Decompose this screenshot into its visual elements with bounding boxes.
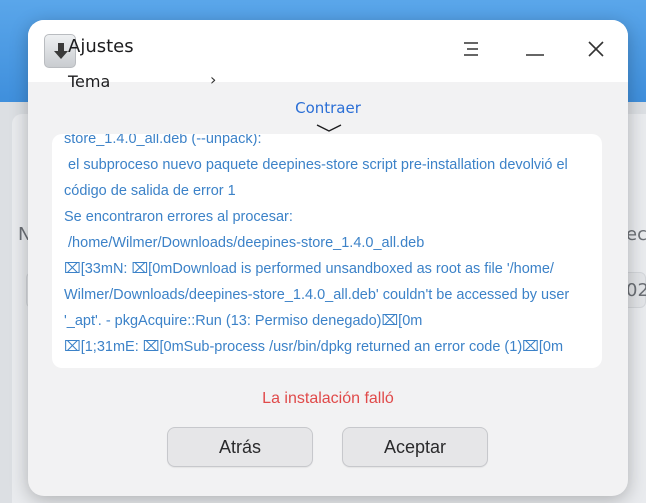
close-icon [588, 41, 604, 61]
install-log-text: store_1.4.0_all.deb (--unpack): el subpr… [64, 134, 590, 360]
install-dialog: Ajustes Tema › Contraer store_1.4.0_all.… [28, 20, 628, 496]
log-line: código de salida de error 1 [64, 183, 236, 199]
collapse-toggle[interactable]: Contraer [28, 99, 628, 117]
log-line: Wilmer/Downloads/deepines-store_1.4.0_al… [64, 287, 570, 303]
log-line: ⌧[33mN: ⌧[0mDownload is performed unsand… [64, 261, 554, 277]
log-line: '_apt'. - pkgAcquire::Run (13: Permiso d… [64, 313, 423, 329]
settings-title: Ajustes [68, 36, 134, 57]
settings-item-theme[interactable]: Tema [68, 72, 110, 91]
menu-button[interactable] [456, 36, 486, 66]
log-line: Se encontraron errores al procesar: [64, 209, 293, 225]
dialog-titlebar: Ajustes Tema › [28, 20, 628, 91]
minimize-button[interactable] [520, 36, 550, 66]
accept-button[interactable]: Aceptar [342, 427, 488, 467]
log-line: ⌧[1;31mE: ⌧[0mSub-process /usr/bin/dpkg … [64, 339, 564, 355]
log-line: el subproceso nuevo paquete deepines-sto… [64, 157, 568, 173]
minimize-icon [526, 42, 544, 61]
install-status-message: La instalación falló [262, 390, 394, 407]
log-line: /home/Wilmer/Downloads/deepines-store_1.… [64, 235, 425, 251]
chevron-right-icon: › [210, 70, 217, 89]
back-button[interactable]: Atrás [167, 427, 313, 467]
install-log[interactable]: store_1.4.0_all.deb (--unpack): el subpr… [52, 134, 602, 368]
menu-icon [462, 41, 480, 61]
close-button[interactable] [581, 36, 611, 66]
log-line: store_1.4.0_all.deb (--unpack): [64, 134, 262, 147]
background-row-text: 02 [626, 280, 646, 301]
background-column-header-right: ech [626, 224, 646, 245]
